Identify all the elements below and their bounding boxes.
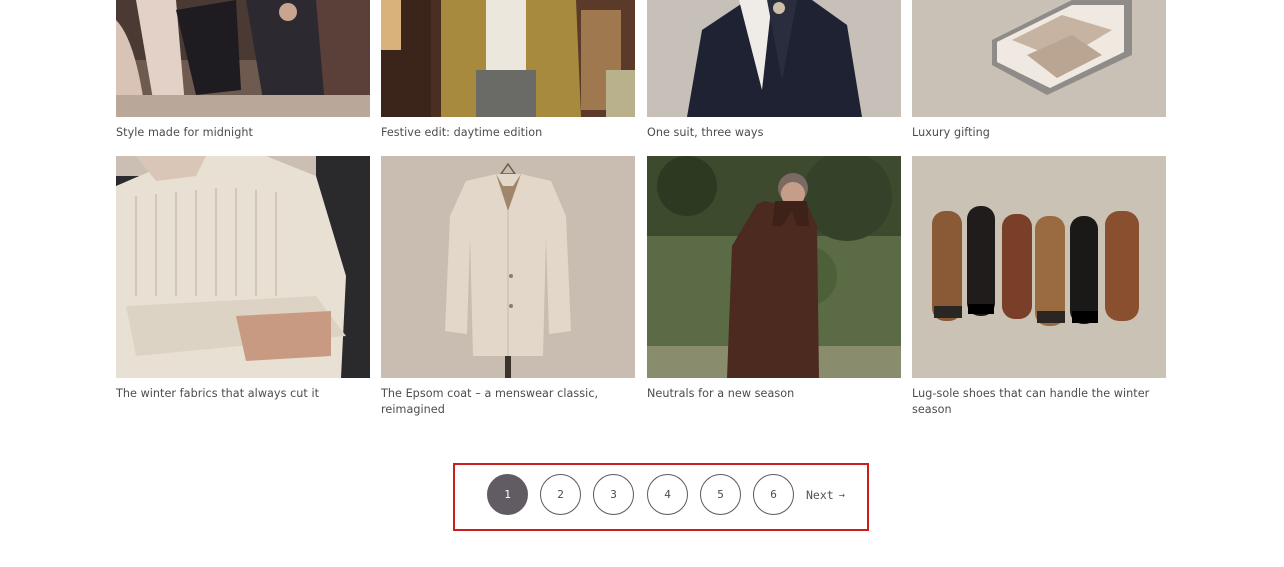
page-button-2[interactable]: 2 (540, 474, 581, 515)
article-card-style-made-for-midnight[interactable]: Style made for midnight (116, 0, 370, 141)
beige-overcoat-image (381, 156, 635, 378)
arrow-right-icon: → (838, 489, 845, 501)
article-title: Neutrals for a new season (647, 387, 795, 400)
article-title: The winter fabrics that always cut it (116, 387, 320, 400)
page-button-3[interactable]: 3 (593, 474, 634, 515)
article-title: One suit, three ways (647, 126, 764, 139)
article-title: Style made for midnight (116, 126, 253, 139)
next-page-button[interactable]: Next → (806, 487, 845, 503)
article-card-lug-sole-shoes[interactable]: Lug-sole shoes that can handle the winte… (912, 156, 1166, 417)
article-card-epsom-coat[interactable]: The Epsom coat – a menswear classic, rei… (381, 156, 635, 417)
article-title: The Epsom coat – a menswear classic, rei… (381, 387, 599, 416)
article-card-winter-fabrics[interactable]: The winter fabrics that always cut it (116, 156, 370, 402)
article-title: Festive edit: daytime edition (381, 126, 543, 139)
navy-suit-image (647, 0, 901, 117)
cream-sweater-image (116, 156, 370, 378)
next-label: Next (806, 488, 834, 502)
mustard-cardigan-image (381, 0, 635, 117)
article-card-luxury-gifting[interactable]: Luxury gifting (912, 0, 1166, 141)
page-button-6[interactable]: 6 (753, 474, 794, 515)
lug-sole-shoes-image (912, 156, 1166, 378)
dancing-couples-image (116, 0, 370, 117)
article-title: Luxury gifting (912, 126, 990, 139)
article-card-festive-edit[interactable]: Festive edit: daytime edition (381, 0, 635, 141)
article-card-neutrals[interactable]: Neutrals for a new season (647, 156, 901, 402)
article-card-one-suit-three-ways[interactable]: One suit, three ways (647, 0, 901, 141)
gift-box-image (912, 0, 1166, 117)
page-button-4[interactable]: 4 (647, 474, 688, 515)
article-title: Lug-sole shoes that can handle the winte… (912, 387, 1150, 416)
page-button-5[interactable]: 5 (700, 474, 741, 515)
page-button-1[interactable]: 1 (487, 474, 528, 515)
brown-coat-outdoor-image (647, 156, 901, 378)
